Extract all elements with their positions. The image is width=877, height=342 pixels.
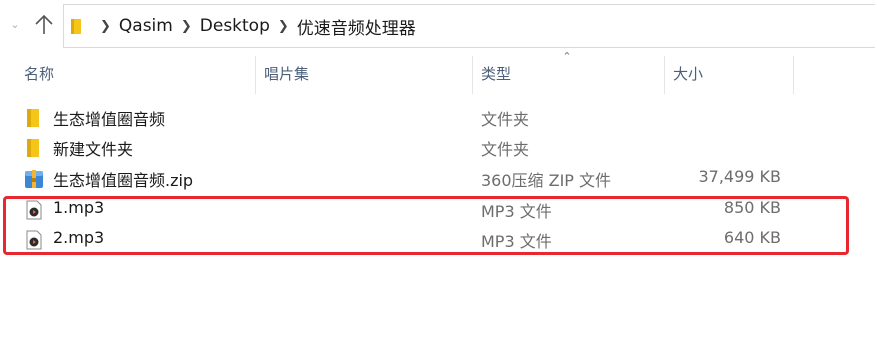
column-header-size[interactable]: 大小 — [665, 56, 793, 92]
highlight-annotation-box — [3, 196, 849, 255]
column-header-type[interactable]: 类型 — [473, 56, 663, 92]
column-header-album[interactable]: 唱片集 — [256, 56, 472, 92]
up-arrow-icon — [35, 14, 53, 34]
column-divider[interactable] — [793, 56, 794, 94]
breadcrumb-desktop[interactable]: Desktop — [200, 16, 270, 36]
file-type: 文件夹 — [481, 110, 530, 129]
recent-locations-chevron-icon[interactable]: ⌄ — [8, 18, 22, 32]
chevron-right-icon[interactable]: ❯ — [278, 19, 289, 34]
folder-icon — [27, 109, 39, 127]
column-header-name[interactable]: 名称 — [16, 56, 254, 92]
file-name: 新建文件夹 — [53, 140, 134, 159]
file-size: 37,499 KB — [698, 167, 781, 186]
file-row[interactable]: 新建文件夹 文件夹 — [0, 132, 877, 162]
file-name: 生态增值圈音频 — [53, 110, 166, 129]
file-explorer-window: ⌄ ❯ Qasim ❯ Desktop ❯ 优速音频处理器 ⌃ 名称 唱片集 类… — [0, 0, 877, 342]
address-bar[interactable]: ❯ Qasim ❯ Desktop ❯ 优速音频处理器 — [63, 4, 875, 48]
chevron-right-icon[interactable]: ❯ — [181, 19, 192, 34]
folder-icon — [27, 139, 39, 157]
folder-icon — [71, 19, 81, 34]
file-row[interactable]: 生态增值圈音频 文件夹 — [0, 102, 877, 132]
chevron-right-icon[interactable]: ❯ — [100, 19, 111, 34]
file-name: 生态增值圈音频.zip — [53, 171, 194, 190]
column-headers: ⌃ 名称 唱片集 类型 大小 — [0, 51, 877, 94]
up-arrow-button[interactable] — [32, 12, 56, 38]
breadcrumb-current-folder[interactable]: 优速音频处理器 — [297, 14, 416, 39]
file-type: 360压缩 ZIP 文件 — [481, 171, 612, 190]
file-type: 文件夹 — [481, 140, 530, 159]
breadcrumb-qasim[interactable]: Qasim — [119, 16, 173, 36]
file-row[interactable]: 生态增值圈音频.zip 360压缩 ZIP 文件 37,499 KB — [0, 163, 877, 193]
navigation-bar: ⌄ ❯ Qasim ❯ Desktop ❯ 优速音频处理器 — [0, 0, 877, 52]
zip-archive-icon — [25, 170, 43, 188]
